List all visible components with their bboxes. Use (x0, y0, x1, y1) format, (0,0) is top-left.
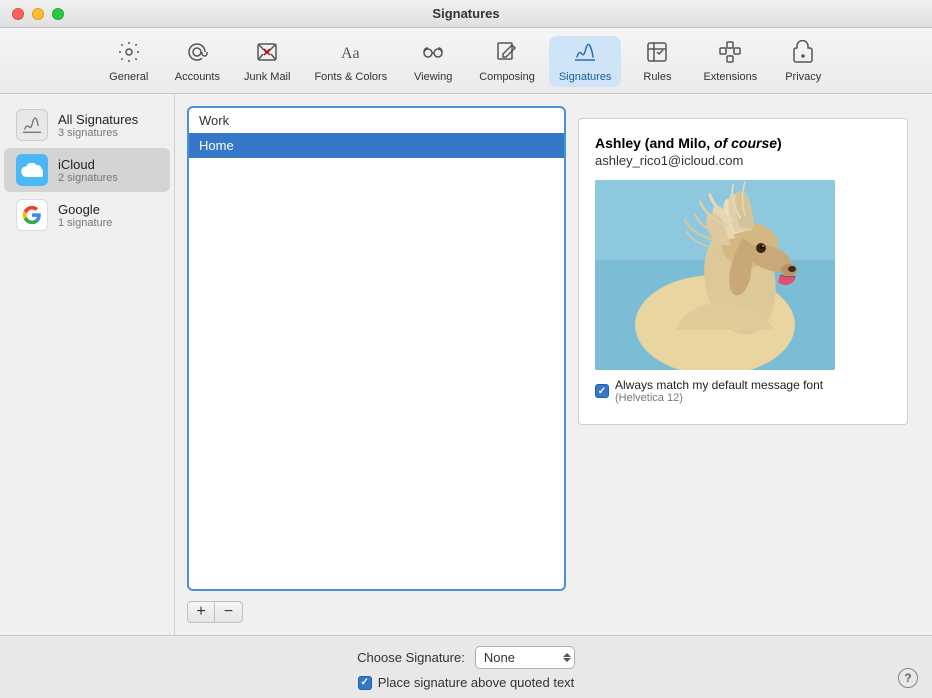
sidebar-item-icloud[interactable]: iCloud 2 signatures (4, 148, 170, 192)
toolbar-junk-label: Junk Mail (244, 71, 290, 83)
choose-signature-label: Choose Signature: (357, 650, 465, 665)
preview-signature-name: Ashley (and Milo, of course) (595, 135, 891, 151)
bottom-bar: Choose Signature: None Work Home Random … (0, 635, 932, 698)
toolbar-fonts-label: Fonts & Colors (314, 71, 387, 83)
fonts-icon: Aa (339, 40, 363, 68)
help-button[interactable]: ? (898, 668, 918, 688)
junk-icon (255, 40, 279, 68)
toolbar-general-label: General (109, 71, 148, 83)
toolbar-viewing-label: Viewing (414, 71, 452, 83)
sidebar-all-count: 3 signatures (58, 127, 138, 139)
svg-text:Aa: Aa (341, 45, 360, 62)
glasses-icon (421, 40, 445, 68)
sidebar-all-text: All Signatures 3 signatures (58, 112, 138, 139)
extensions-icon (718, 40, 742, 68)
sidebar-icloud-text: iCloud 2 signatures (58, 157, 118, 184)
font-match-sub: (Helvetica 12) (615, 392, 823, 404)
toolbar-item-fonts-colors[interactable]: Aa Fonts & Colors (304, 36, 397, 87)
toolbar-signatures-label: Signatures (559, 71, 612, 83)
toolbar-privacy-label: Privacy (785, 71, 821, 83)
sidebar-google-count: 1 signature (58, 217, 112, 229)
choose-signature-select-wrap: None Work Home Random (475, 646, 575, 669)
font-match-row: Always match my default message font (He… (595, 370, 891, 408)
place-sig-checkbox[interactable] (358, 676, 372, 690)
toolbar-item-viewing[interactable]: Viewing (401, 36, 465, 87)
place-signature-row: Place signature above quoted text (358, 675, 575, 690)
sidebar-google-name: Google (58, 202, 112, 217)
privacy-icon (791, 40, 815, 68)
sidebar-icloud-count: 2 signatures (58, 172, 118, 184)
remove-signature-button[interactable]: − (215, 601, 243, 623)
toolbar-item-general[interactable]: General (97, 36, 161, 87)
sidebar-icloud-name: iCloud (58, 157, 118, 172)
sidebar-item-google[interactable]: Google 1 signature (4, 193, 170, 237)
minimize-button[interactable] (32, 8, 44, 20)
sidebar-all-name: All Signatures (58, 112, 138, 127)
toolbar-item-privacy[interactable]: Privacy (771, 36, 835, 87)
sidebar-item-all-signatures[interactable]: All Signatures 3 signatures (4, 103, 170, 147)
icloud-avatar (16, 154, 48, 186)
toolbar-item-junk-mail[interactable]: Junk Mail (234, 36, 300, 87)
font-match-checkbox[interactable] (595, 384, 609, 398)
place-sig-label: Place signature above quoted text (378, 675, 575, 690)
font-match-checkbox-wrap[interactable]: Always match my default message font (He… (595, 378, 823, 404)
sidebar: All Signatures 3 signatures iCloud 2 sig… (0, 94, 175, 635)
font-match-label: Always match my default message font (615, 378, 823, 392)
toolbar-item-rules[interactable]: Rules (625, 36, 689, 87)
toolbar: General Accounts Junk Mail (0, 28, 932, 94)
font-match-text: Always match my default message font (He… (615, 378, 823, 404)
toolbar-composing-label: Composing (479, 71, 535, 83)
sidebar-google-text: Google 1 signature (58, 202, 112, 229)
titlebar: Signatures (0, 0, 932, 28)
signatures-icon (573, 40, 597, 68)
toolbar-item-composing[interactable]: Composing (469, 36, 545, 87)
preview-dog-image (595, 180, 835, 370)
add-signature-button[interactable]: + (187, 601, 215, 623)
maximize-button[interactable] (52, 8, 64, 20)
all-signatures-avatar (16, 109, 48, 141)
toolbar-item-accounts[interactable]: Accounts (165, 36, 230, 87)
rules-icon (645, 40, 669, 68)
at-icon (185, 40, 209, 68)
choose-signature-row: Choose Signature: None Work Home Random (357, 646, 575, 669)
center-panel: Work Home + − (175, 94, 578, 635)
place-sig-checkbox-wrap[interactable]: Place signature above quoted text (358, 675, 575, 690)
toolbar-item-extensions[interactable]: Extensions (693, 36, 767, 87)
gear-icon (117, 40, 141, 68)
signature-item-work[interactable]: Work (189, 108, 564, 133)
close-button[interactable] (12, 8, 24, 20)
preview-panel: Ashley (and Milo, of course) ashley_rico… (578, 118, 908, 425)
preview-email: ashley_rico1@icloud.com (595, 153, 891, 168)
toolbar-accounts-label: Accounts (175, 71, 220, 83)
list-controls: + − (187, 601, 566, 623)
toolbar-rules-label: Rules (643, 71, 671, 83)
main-content: All Signatures 3 signatures iCloud 2 sig… (0, 94, 932, 635)
toolbar-extensions-label: Extensions (703, 71, 757, 83)
choose-signature-select[interactable]: None Work Home Random (475, 646, 575, 669)
signatures-list[interactable]: Work Home (187, 106, 566, 591)
window-controls (12, 8, 64, 20)
toolbar-item-signatures[interactable]: Signatures (549, 36, 622, 87)
google-avatar (16, 199, 48, 231)
compose-icon (495, 40, 519, 68)
signature-item-home[interactable]: Home (189, 133, 564, 158)
window-title: Signatures (432, 6, 499, 21)
